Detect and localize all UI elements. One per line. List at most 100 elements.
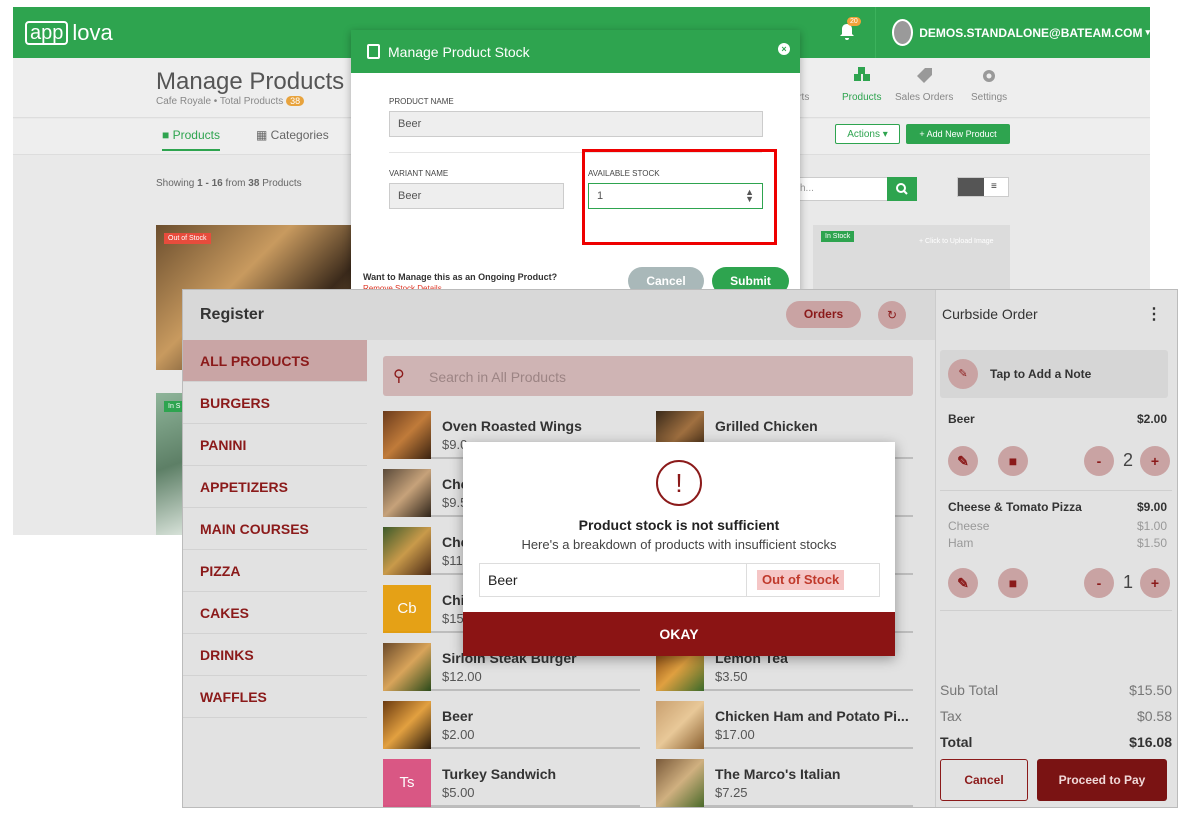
- notification-bell-icon[interactable]: 20: [839, 17, 861, 41]
- nav-products[interactable]: Products: [842, 66, 881, 103]
- product-name: The Marco's Italian: [715, 766, 841, 782]
- products-icon: [853, 67, 870, 81]
- order-type-select[interactable]: Curbside Order: [942, 306, 1038, 322]
- increment-button[interactable]: +: [1140, 568, 1170, 598]
- decrement-button[interactable]: -: [1084, 568, 1114, 598]
- edit-item-icon[interactable]: ✎: [948, 568, 978, 598]
- tag-icon: [917, 68, 933, 83]
- category-all-products[interactable]: ALL PRODUCTS: [183, 340, 367, 382]
- showing-post: Products: [262, 178, 302, 189]
- category-drinks[interactable]: DRINKS: [183, 634, 367, 676]
- product-thumbnail: [656, 701, 704, 749]
- product-thumbnail: [656, 759, 704, 807]
- close-icon[interactable]: ×: [778, 43, 790, 55]
- item-quantity: 1: [1123, 572, 1134, 592]
- highlight-box: [582, 149, 777, 245]
- cart-item-price: $9.00: [1136, 500, 1167, 514]
- more-menu-icon[interactable]: ⋮: [1146, 304, 1162, 324]
- product-thumbnail: [383, 469, 431, 517]
- cancel-order-button[interactable]: Cancel: [940, 759, 1028, 801]
- proceed-to-pay-button[interactable]: Proceed to Pay: [1037, 759, 1167, 801]
- dialog-subtitle: Here's a breakdown of products with insu…: [521, 537, 837, 552]
- product-price: $7.25: [715, 785, 748, 800]
- warning-icon: !: [656, 460, 702, 506]
- category-main-courses[interactable]: MAIN COURSES: [183, 508, 367, 550]
- search-input[interactable]: ⚲ Search in All Products: [383, 356, 913, 396]
- insufficient-stock-dialog: ! Product stock is not sufficient Here's…: [463, 442, 895, 656]
- total-label: Total: [940, 734, 973, 750]
- product-card-placeholder[interactable]: In Stock: [813, 225, 1010, 295]
- tab-categories-label: Categories: [270, 128, 329, 142]
- user-email: DEMOS.STANDALONE@BATEAM.COM: [919, 25, 1143, 40]
- order-type-label: Curbside Order: [942, 306, 1038, 322]
- product-tile[interactable]: The Marco's Italian $7.25: [656, 759, 913, 807]
- building-icon: [367, 44, 380, 59]
- category-cakes[interactable]: CAKES: [183, 592, 367, 634]
- product-name-label: PRODUCT NAME: [389, 97, 454, 106]
- product-tile[interactable]: Beer $2.00: [383, 701, 640, 749]
- category-appetizers[interactable]: APPETIZERS: [183, 466, 367, 508]
- edit-item-icon[interactable]: ✎: [948, 446, 978, 476]
- product-search-input[interactable]: ch...: [788, 177, 888, 201]
- in-stock-tag: In Stock: [821, 231, 855, 242]
- tab-products[interactable]: ■ Products: [162, 128, 220, 151]
- cart-item-name: Cheese & Tomato Pizza: [948, 500, 1082, 514]
- category-waffles[interactable]: WAFFLES: [183, 676, 367, 718]
- register-title: Register: [200, 306, 265, 323]
- pagination-summary: Showing 1 - 16 from 38 Products: [156, 178, 302, 189]
- user-menu[interactable]: DEMOS.STANDALONE@BATEAM.COM ▾: [875, 7, 1150, 58]
- tab-categories[interactable]: ▦ Categories: [256, 128, 329, 142]
- list-view-icon[interactable]: ≡: [984, 178, 1004, 196]
- upload-image-link[interactable]: + Click to Upload Image: [919, 238, 994, 245]
- sitemap-icon: ▦: [256, 128, 271, 142]
- decrement-button[interactable]: -: [1084, 446, 1114, 476]
- trash-icon[interactable]: ■: [998, 568, 1028, 598]
- divider: [940, 610, 1172, 611]
- category-pizza[interactable]: PIZZA: [183, 550, 367, 592]
- add-note-button[interactable]: ✎ Tap to Add a Note: [940, 350, 1168, 398]
- increment-button[interactable]: +: [1140, 446, 1170, 476]
- search-button[interactable]: [887, 177, 917, 201]
- refresh-icon[interactable]: ↻: [878, 301, 906, 329]
- out-of-stock-badge: Out of Stock: [757, 570, 845, 590]
- product-name-field[interactable]: Beer: [389, 111, 763, 137]
- edit-icon: ✎: [948, 359, 978, 389]
- product-count-badge: 38: [286, 96, 305, 106]
- view-toggle[interactable]: ≡: [957, 177, 1009, 197]
- nav-products-label: Products: [842, 92, 882, 103]
- cart-item-price: $2.00: [1136, 412, 1167, 426]
- nav-sales-orders-label: Sales Orders: [895, 92, 954, 103]
- okay-button[interactable]: OKAY: [463, 612, 895, 656]
- showing-pre: Showing: [156, 178, 195, 189]
- cart-panel: Curbside Order ⋮ ✎ Tap to Add a Note Bee…: [935, 290, 1177, 807]
- nav-settings-label: Settings: [971, 92, 1008, 103]
- search-icon: [896, 183, 908, 195]
- actions-button[interactable]: Actions ▾: [835, 124, 900, 144]
- add-new-product-button[interactable]: + Add New Product: [906, 124, 1010, 144]
- modifier-price: $1.00: [1136, 519, 1167, 533]
- grid-view-icon[interactable]: [958, 178, 984, 196]
- applova-logo[interactable]: app lova: [25, 20, 113, 46]
- tab-products-label: Products: [172, 128, 220, 142]
- notification-badge: 20: [847, 17, 861, 26]
- item-quantity: 2: [1123, 450, 1134, 470]
- nav-settings[interactable]: Settings: [971, 66, 1007, 103]
- nav-sales-orders[interactable]: Sales Orders: [895, 66, 953, 103]
- search-placeholder: Search in All Products: [429, 369, 566, 385]
- product-tile[interactable]: Chicken Ham and Potato Pi... $17.00: [656, 701, 913, 749]
- showing-mid: from: [225, 178, 246, 189]
- page-subtitle: Cafe Royale • Total Products 38: [156, 96, 305, 107]
- out-of-stock-tag: Out of Stock: [164, 233, 211, 244]
- category-panini[interactable]: PANINI: [183, 424, 367, 466]
- ongoing-product-question: Want to Manage this as an Ongoing Produc…: [363, 272, 558, 282]
- product-tile[interactable]: Ts Turkey Sandwich $5.00: [383, 759, 640, 807]
- product-name: Oven Roasted Wings: [442, 418, 582, 434]
- store-label: Cafe Royale • Total Products: [156, 96, 284, 107]
- category-burgers[interactable]: BURGERS: [183, 382, 367, 424]
- modal-header: Manage Product Stock: [351, 30, 800, 73]
- trash-icon[interactable]: ■: [998, 446, 1028, 476]
- tax-label: Tax: [940, 708, 962, 724]
- orders-button[interactable]: Orders: [786, 301, 861, 328]
- variant-name-field[interactable]: Beer: [389, 183, 564, 209]
- product-price: $12.00: [442, 669, 482, 684]
